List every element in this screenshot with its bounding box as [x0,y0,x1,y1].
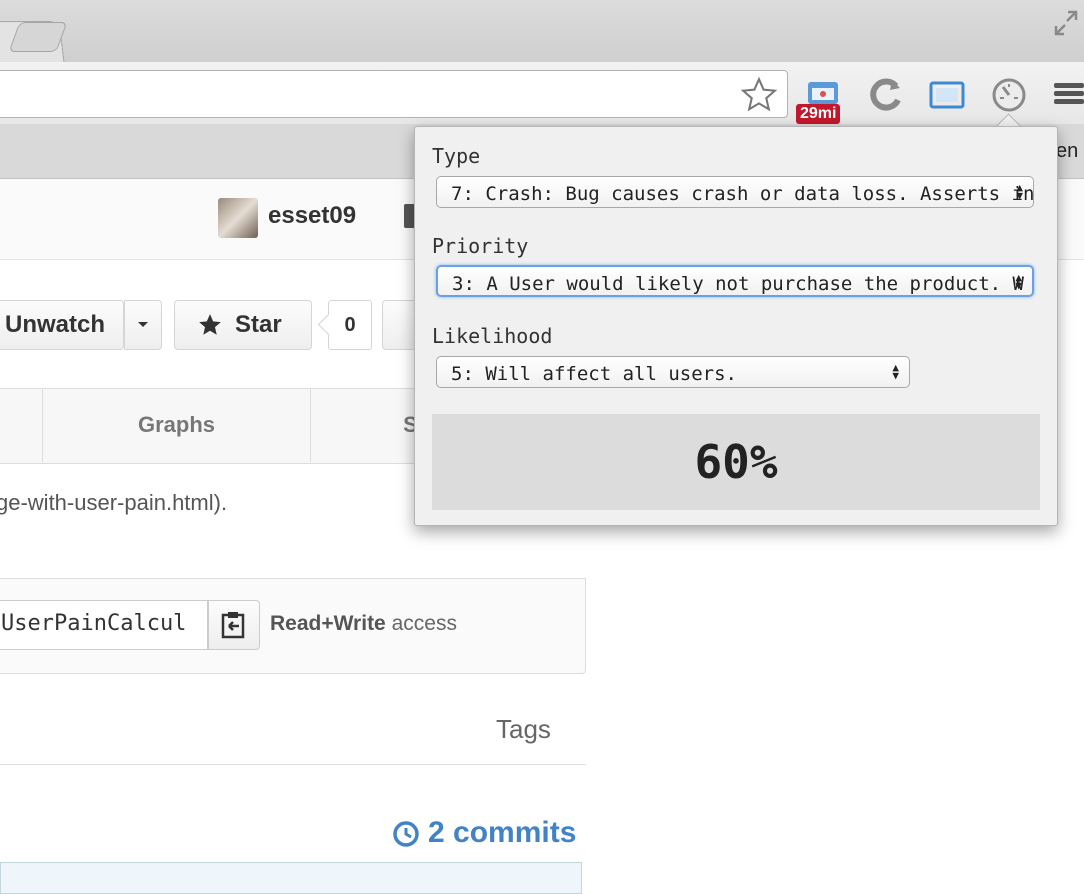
star-count[interactable]: 0 [328,300,372,350]
priority-select[interactable]: 3: A User would likely not purchase the … [436,265,1034,297]
likelihood-label: Likelihood [432,324,553,348]
type-select[interactable]: 7: Crash: Bug causes crash or data loss.… [436,176,1034,208]
likelihood-select[interactable]: 5: Will affect all users. ▲ ▼ [436,356,910,388]
browser-toolbar [0,62,1084,125]
commits-label: 2 commits [428,816,577,849]
tags-link[interactable]: Tags [496,714,551,745]
bookmark-item[interactable]: en [1056,140,1078,163]
star-button[interactable]: Star [174,300,312,350]
clone-url-input[interactable]: UserPainCalcul [0,600,208,650]
star-button-label: Star [235,311,282,338]
address-bar[interactable] [0,70,788,118]
screen-capture-icon[interactable] [928,76,966,114]
select-arrows-icon: ▲ ▼ [1015,271,1022,292]
reload-extension-icon[interactable] [866,76,904,114]
select-arrows-icon: ▲ ▼ [892,361,899,382]
chevron-down-icon [138,322,148,327]
user-pain-score: 60% [432,414,1040,510]
clipboard-icon [221,612,245,639]
unwatch-button[interactable]: Unwatch [0,300,124,350]
tab-graphs[interactable]: Graphs [42,388,310,462]
type-label: Type [432,144,481,168]
repo-description: ge-with-user-pain.html). [0,490,228,515]
priority-label: Priority [432,234,529,258]
extension-badge: 29mi [796,104,841,124]
access-level: Read+Write access [270,612,457,636]
divider [0,764,586,765]
unwatch-dropdown-button[interactable] [124,300,162,350]
star-count-value: 0 [344,313,356,336]
access-level-bold: Read+Write [270,612,386,635]
user-pain-gauge-icon[interactable] [990,76,1028,114]
select-arrows-icon: ▲ ▼ [1016,181,1023,202]
likelihood-select-value: 5: Will affect all users. [451,363,737,385]
access-level-text: access [385,612,457,635]
browser-menu-icon[interactable] [1054,80,1084,110]
history-icon [393,821,419,847]
latest-commit-bar [0,862,582,894]
fullscreen-icon[interactable] [1054,10,1078,36]
copy-to-clipboard-button[interactable] [208,600,260,650]
avatar[interactable] [218,198,258,238]
tab-strip [0,0,1084,62]
username-link[interactable]: esset09 [268,202,356,230]
priority-select-value: 3: A User would likely not purchase the … [452,273,1024,295]
star-icon [199,314,221,335]
type-select-value: 7: Crash: Bug causes crash or data loss.… [451,183,1034,205]
bookmark-star-icon[interactable] [740,76,778,114]
commits-link[interactable]: 2 commits [392,816,576,850]
